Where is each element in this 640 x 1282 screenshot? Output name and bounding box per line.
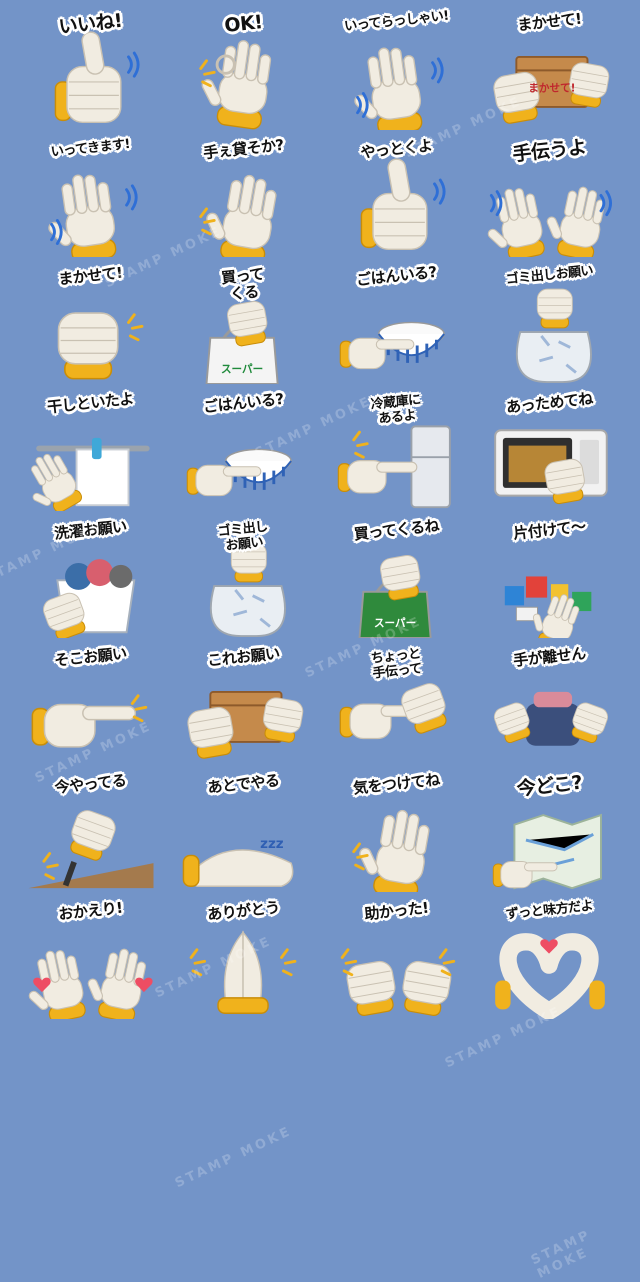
watermark: STAMP MOKE (172, 1123, 295, 1192)
sticker[interactable]: 手が離せん (473, 643, 626, 770)
glove-hanging-towel-icon (30, 437, 150, 511)
thumbs-up-glove-icon (360, 158, 446, 251)
sticker[interactable]: ありがとう (167, 897, 320, 1024)
prop-label: まかせて! (528, 83, 575, 95)
heart-hands-gloves-icon (495, 933, 605, 1019)
sticker[interactable]: 今どこ? (473, 770, 626, 897)
sticker[interactable]: 冷蔵庫に あるよ (320, 389, 473, 516)
glove-holding-bag-icon: スーパー (358, 554, 432, 638)
two-gloves-waving-icon (28, 948, 153, 1019)
glove-holding-rice-bowl-icon (186, 448, 292, 497)
glove-microwave-icon (494, 429, 608, 505)
sticker[interactable]: まかせて! まかせて! (473, 8, 626, 135)
thumbs-up-glove-icon (54, 31, 140, 124)
glove-holding-box-icon (187, 690, 304, 759)
sticker[interactable]: 助かった! (320, 897, 473, 1024)
sticker[interactable]: ゴミ出し お願い (167, 516, 320, 643)
sticker[interactable]: 今やってる (14, 770, 167, 897)
glove-holding-trash-bag-icon (515, 288, 592, 384)
sticker[interactable]: 洗濯お願い (14, 516, 167, 643)
sticker-grid: いいね! OK! いってらっしゃい! まかせて! まかせて! いってきます! 手ぇ貸そか? や… (14, 8, 626, 1024)
glove-map-icon (492, 813, 602, 890)
waving-glove-icon (48, 174, 138, 257)
sticker[interactable]: 買ってくるね スーパー (320, 516, 473, 643)
sticker[interactable]: 気をつけてね (320, 770, 473, 897)
sticker[interactable]: これお願い (167, 643, 320, 770)
sticker[interactable]: 手ぇ貸そか? (167, 135, 320, 262)
sticker[interactable]: あっためてね (473, 389, 626, 516)
pointing-glove-icon (31, 694, 148, 748)
sticker[interactable]: いってらっしゃい! (320, 8, 473, 135)
open-glove-icon (199, 174, 277, 257)
glove-holding-laundry-icon (493, 691, 609, 746)
prop-label: zzz (260, 837, 284, 852)
sticker[interactable]: ごはんいる? (167, 389, 320, 516)
sticker[interactable]: いいね! (14, 8, 167, 135)
open-glove-icon (352, 809, 430, 892)
waving-glove-icon (354, 47, 444, 130)
sticker[interactable]: ちょっと 手伝って (320, 643, 473, 770)
glove-holding-box-icon: まかせて! (493, 55, 610, 124)
sticker[interactable]: いってきます! (14, 135, 167, 262)
watermark: STAMP MOKE (528, 1227, 594, 1282)
sticker[interactable]: ずっと味方だよ (473, 897, 626, 1024)
prop-label: スーパー (374, 617, 416, 629)
two-fists-gloves-icon (340, 948, 456, 1017)
sticker[interactable]: OK! (167, 8, 320, 135)
glove-screwdriver-icon (28, 810, 154, 889)
sticker[interactable]: ごはんいる? (320, 262, 473, 389)
ok-sign-glove-icon (199, 40, 272, 130)
sticker[interactable]: 干しといたよ (14, 389, 167, 516)
sticker[interactable]: あとでやる zzz (167, 770, 320, 897)
sleeping-glove-icon: zzz (182, 837, 294, 887)
sticker[interactable]: まかせて! (14, 262, 167, 389)
fist-glove-icon (57, 312, 144, 380)
glove-holding-rice-bowl-icon (339, 321, 445, 370)
prop-label: スーパー (221, 363, 263, 375)
two-gloves-icon (487, 186, 613, 257)
sticker[interactable]: おかえり! (14, 897, 167, 1024)
glove-laundry-basket-icon (43, 559, 136, 638)
sticker[interactable]: 手伝うよ (473, 135, 626, 262)
sticker[interactable]: やっとくよ (320, 135, 473, 262)
glove-toys-icon (504, 576, 592, 638)
sticker[interactable]: 買って くる スーパー (167, 262, 320, 389)
sticker[interactable]: ゴミ出しお願い (473, 262, 626, 389)
sticker[interactable]: 片付けて〜 (473, 516, 626, 643)
praying-gloves-icon (189, 930, 297, 1014)
sticker[interactable]: そこお願い (14, 643, 167, 770)
